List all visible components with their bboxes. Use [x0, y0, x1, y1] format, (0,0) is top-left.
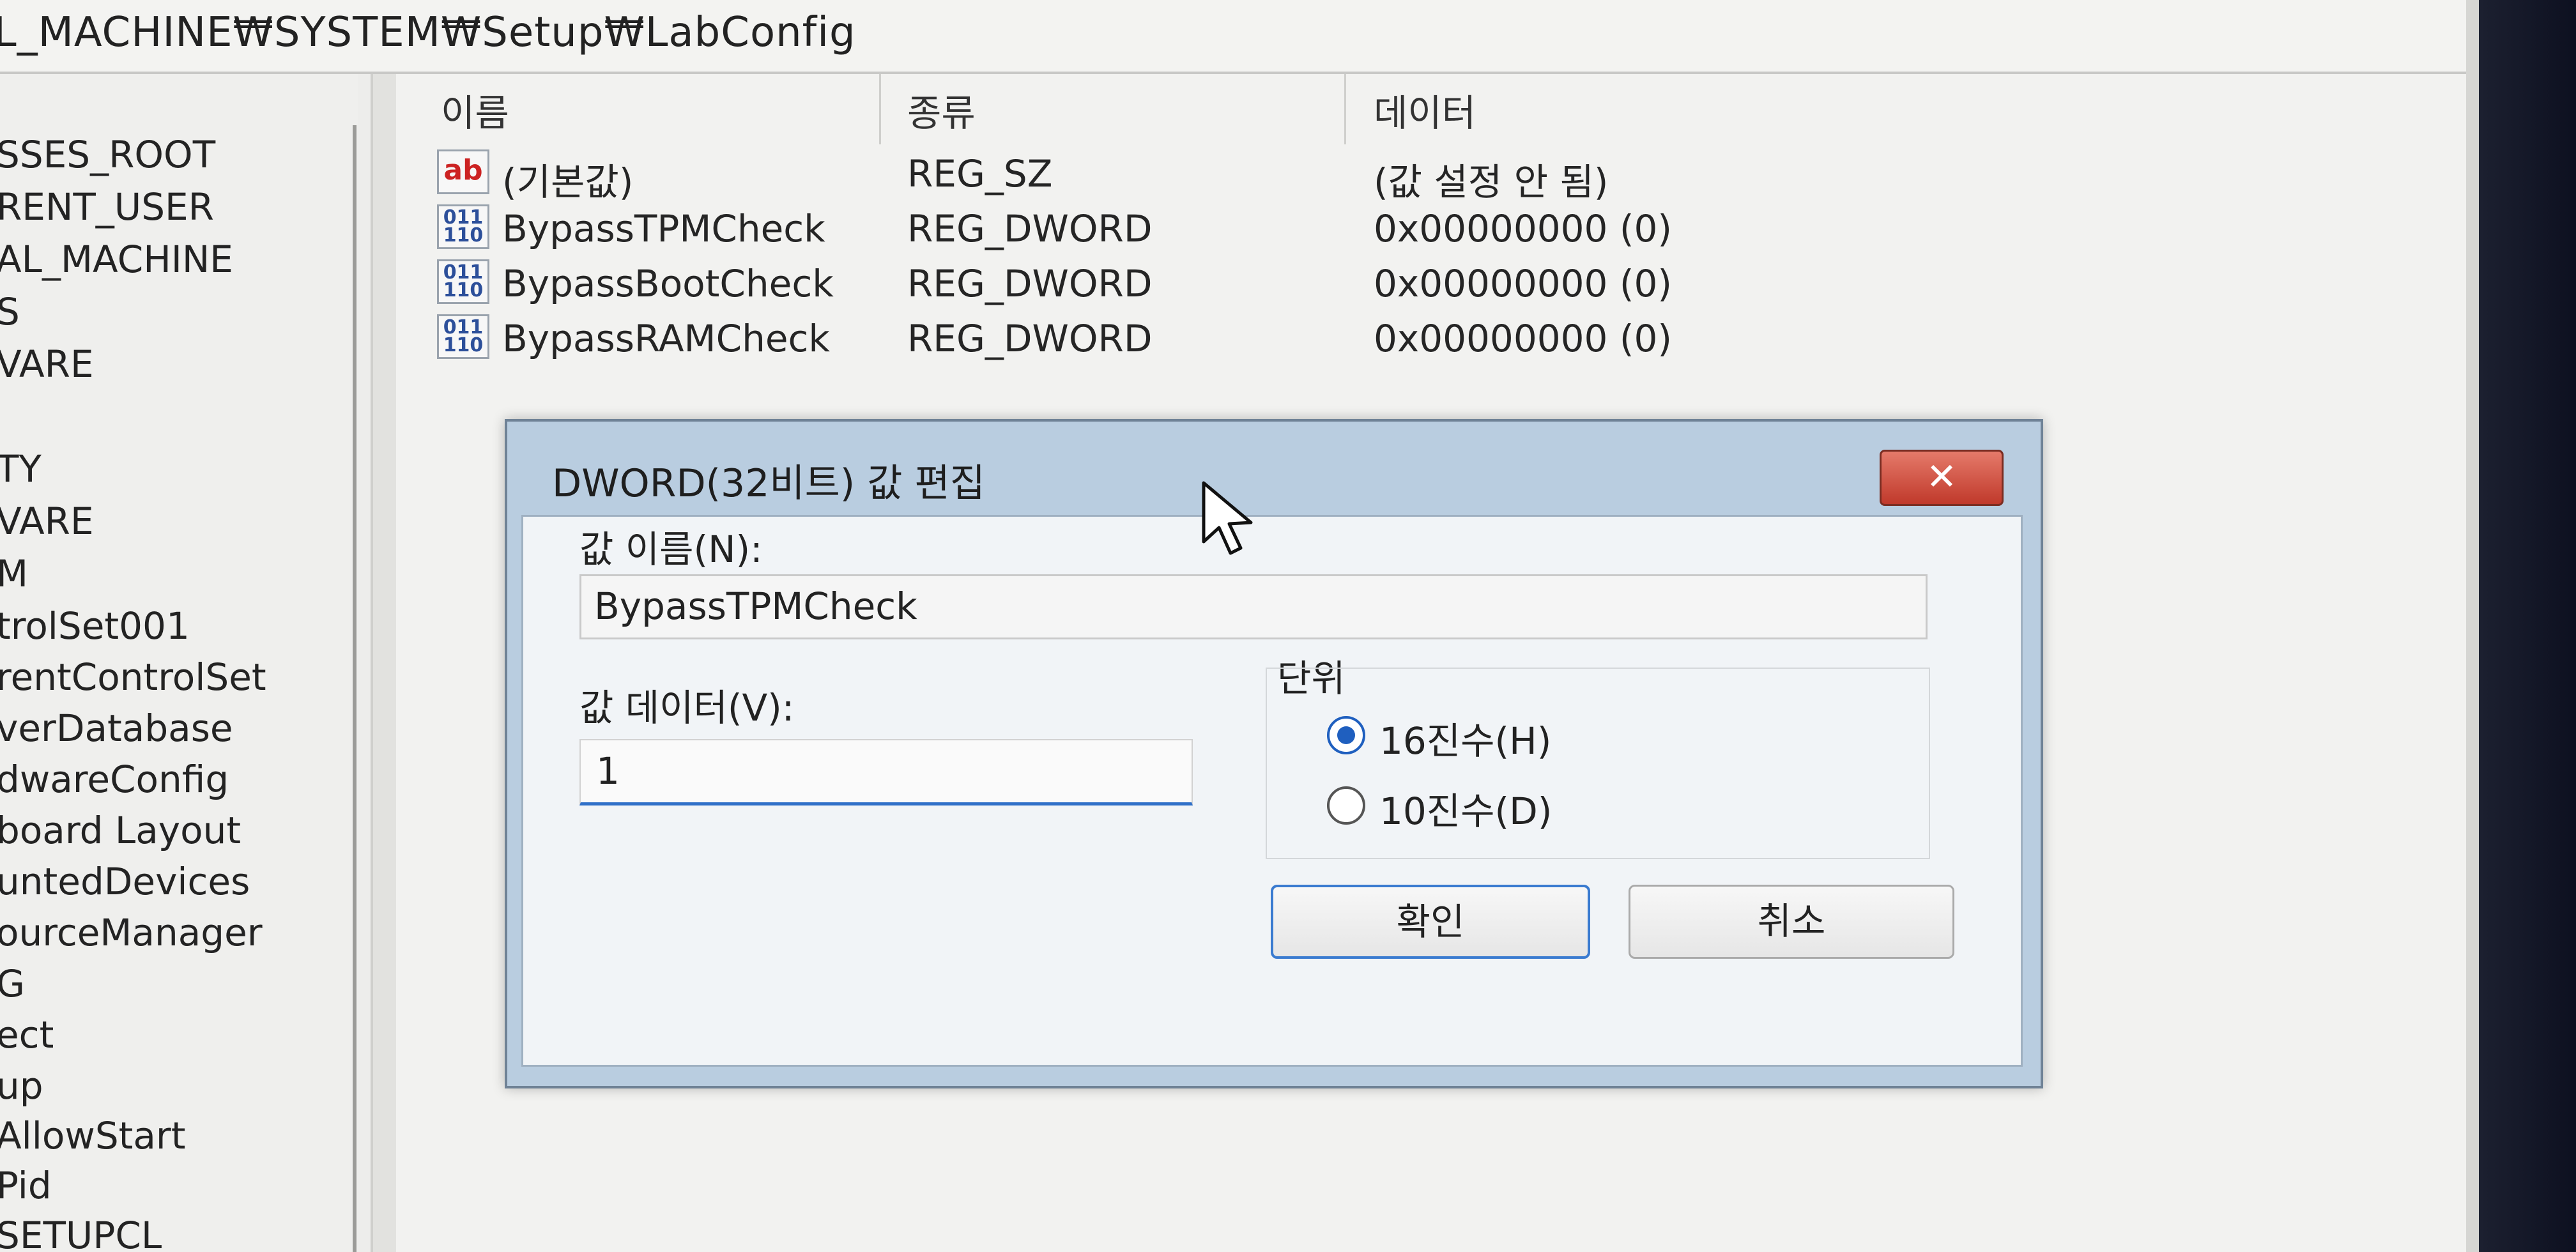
address-path: L_MACHINE₩SYSTEM₩Setup₩LabConfig	[0, 9, 856, 56]
tree-item[interactable]: ect	[0, 1013, 54, 1057]
ok-button[interactable]: 확인	[1271, 885, 1590, 959]
tree-item[interactable]: up	[0, 1064, 43, 1108]
decimal-radio[interactable]	[1327, 786, 1365, 825]
window-right-border	[2466, 0, 2479, 1252]
value-name: (기본값)	[502, 160, 634, 204]
tree-item[interactable]: verDatabase	[0, 706, 233, 750]
unit-group: 16진수(H) 10진수(D)	[1266, 668, 1930, 859]
dialog-body: 값 이름(N): BypassTPMCheck 값 데이터(V): 1 단위 1…	[521, 515, 2023, 1067]
tree-item[interactable]: G	[0, 962, 25, 1005]
value-type: REG_DWORD	[907, 207, 1153, 250]
tree-item[interactable]: S	[0, 290, 20, 333]
value-data-input[interactable]: 1	[579, 739, 1193, 805]
tree-item[interactable]: rentControlSet	[0, 655, 266, 699]
tree-item[interactable]: Pid	[0, 1164, 52, 1207]
tree-item[interactable]: RENT_USER	[0, 185, 214, 229]
value-type: REG_SZ	[907, 152, 1053, 195]
tree-item[interactable]: SETUPCL	[0, 1214, 162, 1252]
cancel-button[interactable]: 취소	[1629, 885, 1954, 959]
value-type: REG_DWORD	[907, 317, 1153, 360]
tree-item[interactable]: trolSet001	[0, 604, 190, 648]
dword-edit-dialog: DWORD(32비트) 값 편집 ✕ 값 이름(N): BypassTPMChe…	[505, 419, 2043, 1088]
value-name: BypassTPMCheck	[502, 207, 825, 250]
binary-value-icon: 011 110	[437, 204, 489, 249]
decimal-radio-label[interactable]: 10진수(D)	[1379, 781, 1552, 835]
value-data: 0x00000000 (0)	[1374, 317, 1673, 360]
value-name-label: 값 이름(N):	[579, 528, 763, 571]
value-data-label: 값 데이터(V):	[579, 686, 795, 729]
column-header-type[interactable]: 종류	[907, 83, 976, 137]
tree-connector-line	[353, 125, 356, 1252]
close-icon: ✕	[1926, 455, 1958, 498]
mouse-pointer-icon	[1202, 481, 1253, 555]
value-data: 0x00000000 (0)	[1374, 207, 1673, 250]
hex-radio[interactable]	[1327, 716, 1365, 754]
column-header-data[interactable]: 데이터	[1374, 83, 1476, 137]
close-button[interactable]: ✕	[1880, 450, 2004, 506]
binary-value-icon: 011 110	[437, 259, 489, 304]
tree-item[interactable]: AllowStart	[0, 1114, 186, 1157]
photo-background-edge	[2479, 0, 2576, 1252]
pane-splitter[interactable]	[371, 74, 399, 1252]
tree-item[interactable]: TY	[0, 447, 42, 491]
tree-pane: SSES_ROOT RENT_USER AL_MACHINE S VARE TY…	[0, 74, 358, 1252]
value-name: BypassBootCheck	[502, 262, 834, 305]
column-header-name[interactable]: 이름	[441, 83, 509, 137]
value-data: 0x00000000 (0)	[1374, 262, 1673, 305]
dialog-title: DWORD(32비트) 값 편집	[552, 461, 985, 506]
string-value-icon: ab	[437, 149, 489, 194]
tree-item[interactable]: board Layout	[0, 809, 241, 852]
binary-value-icon: 011 110	[437, 314, 489, 359]
registry-editor-window: L_MACHINE₩SYSTEM₩Setup₩LabConfig SSES_RO…	[0, 0, 2479, 1252]
tree-item[interactable]: untedDevices	[0, 860, 250, 903]
column-separator[interactable]	[1344, 74, 1346, 144]
tree-item[interactable]: VARE	[0, 500, 94, 543]
column-separator[interactable]	[879, 74, 881, 144]
tree-item[interactable]: dwareConfig	[0, 758, 229, 801]
value-name: BypassRAMCheck	[502, 317, 830, 360]
value-name-field[interactable]: BypassTPMCheck	[579, 574, 1928, 639]
value-data: (값 설정 안 됨)	[1374, 160, 1609, 204]
value-type: REG_DWORD	[907, 262, 1153, 305]
tree-item[interactable]: ourceManager	[0, 911, 263, 954]
tree-item[interactable]: SSES_ROOT	[0, 133, 215, 176]
hex-radio-label[interactable]: 16진수(H)	[1379, 711, 1551, 765]
tree-item[interactable]: AL_MACHINE	[0, 238, 233, 281]
address-bar[interactable]: L_MACHINE₩SYSTEM₩Setup₩LabConfig	[0, 0, 2466, 74]
tree-item[interactable]: M	[0, 552, 28, 595]
tree-item[interactable]: VARE	[0, 342, 94, 386]
